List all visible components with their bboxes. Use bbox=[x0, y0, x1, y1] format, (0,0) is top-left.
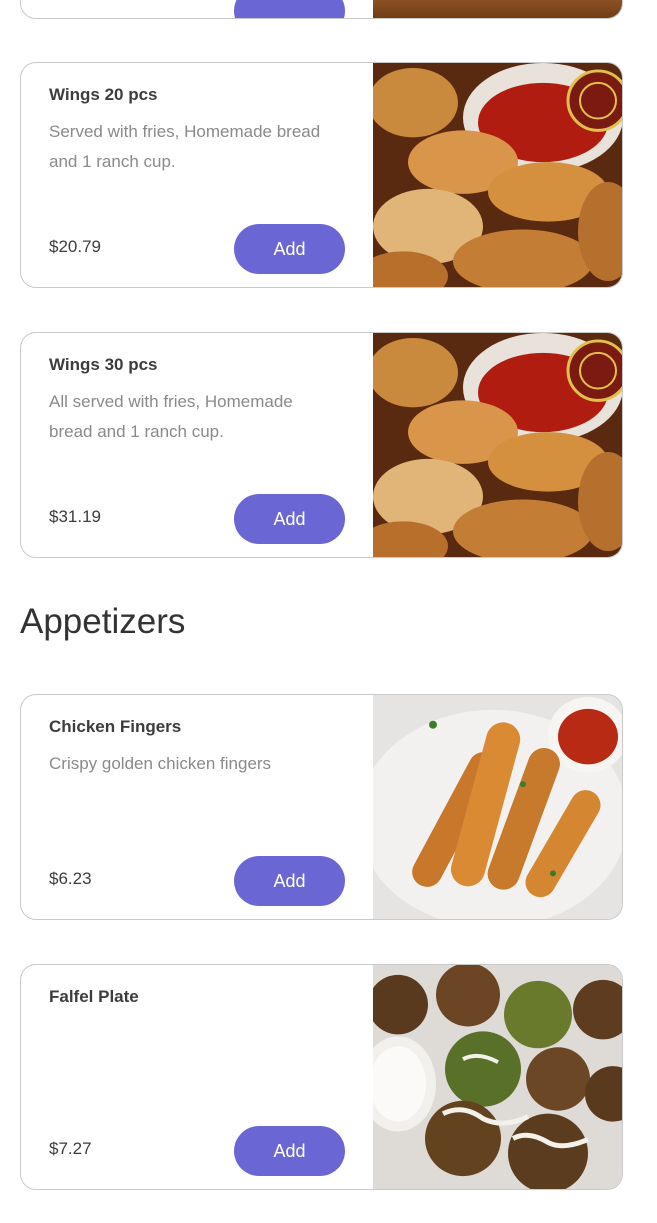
menu-item-description: All served with fries, Homemade bread an… bbox=[49, 392, 293, 441]
wings-photo bbox=[373, 333, 622, 557]
menu-item-card[interactable]: Wings 30 pcs All served with fries, Home… bbox=[20, 332, 623, 558]
chicken-fingers-photo bbox=[373, 695, 622, 919]
menu-item-card[interactable]: Chicken Fingers Crispy golden chicken fi… bbox=[20, 694, 623, 920]
falafel-photo bbox=[373, 965, 622, 1189]
menu-item-price: $6.23 bbox=[49, 869, 92, 888]
menu-item-title: Wings 30 pcs bbox=[49, 355, 158, 374]
menu-item-description: Served with fries, Homemade bread and 1 … bbox=[49, 122, 321, 171]
menu-item-price: $31.19 bbox=[49, 507, 101, 526]
add-button[interactable]: Add bbox=[234, 1126, 345, 1176]
add-button-partial[interactable] bbox=[234, 0, 345, 18]
menu-item-price: $7.27 bbox=[49, 1139, 92, 1158]
menu-item-info: Wings 20 pcs Served with fries, Homemade… bbox=[21, 63, 373, 287]
add-button[interactable]: Add bbox=[234, 224, 345, 274]
add-button[interactable]: Add bbox=[234, 856, 345, 906]
menu-item-info: Wings 30 pcs All served with fries, Home… bbox=[21, 333, 373, 557]
add-button[interactable]: Add bbox=[234, 494, 345, 544]
menu-item-info: Falfel Plate $7.27 Add bbox=[21, 965, 373, 1189]
menu-item-price: $20.79 bbox=[49, 237, 101, 256]
menu-item-card[interactable]: Falfel Plate $7.27 Add bbox=[20, 964, 623, 1190]
menu-item-title: Wings 20 pcs bbox=[49, 85, 158, 104]
menu-item-card[interactable]: Wings 20 pcs Served with fries, Homemade… bbox=[20, 62, 623, 288]
menu-item-title: Falfel Plate bbox=[49, 987, 139, 1006]
food-image-partial bbox=[373, 0, 622, 18]
menu-item-description: Crispy golden chicken fingers bbox=[49, 754, 272, 773]
section-heading: Appetizers bbox=[20, 602, 186, 641]
menu-item-title: Chicken Fingers bbox=[49, 717, 182, 736]
menu-item-info: Chicken Fingers Crispy golden chicken fi… bbox=[21, 695, 373, 919]
wings-photo bbox=[373, 63, 622, 287]
menu-item-card-partial bbox=[20, 0, 623, 19]
